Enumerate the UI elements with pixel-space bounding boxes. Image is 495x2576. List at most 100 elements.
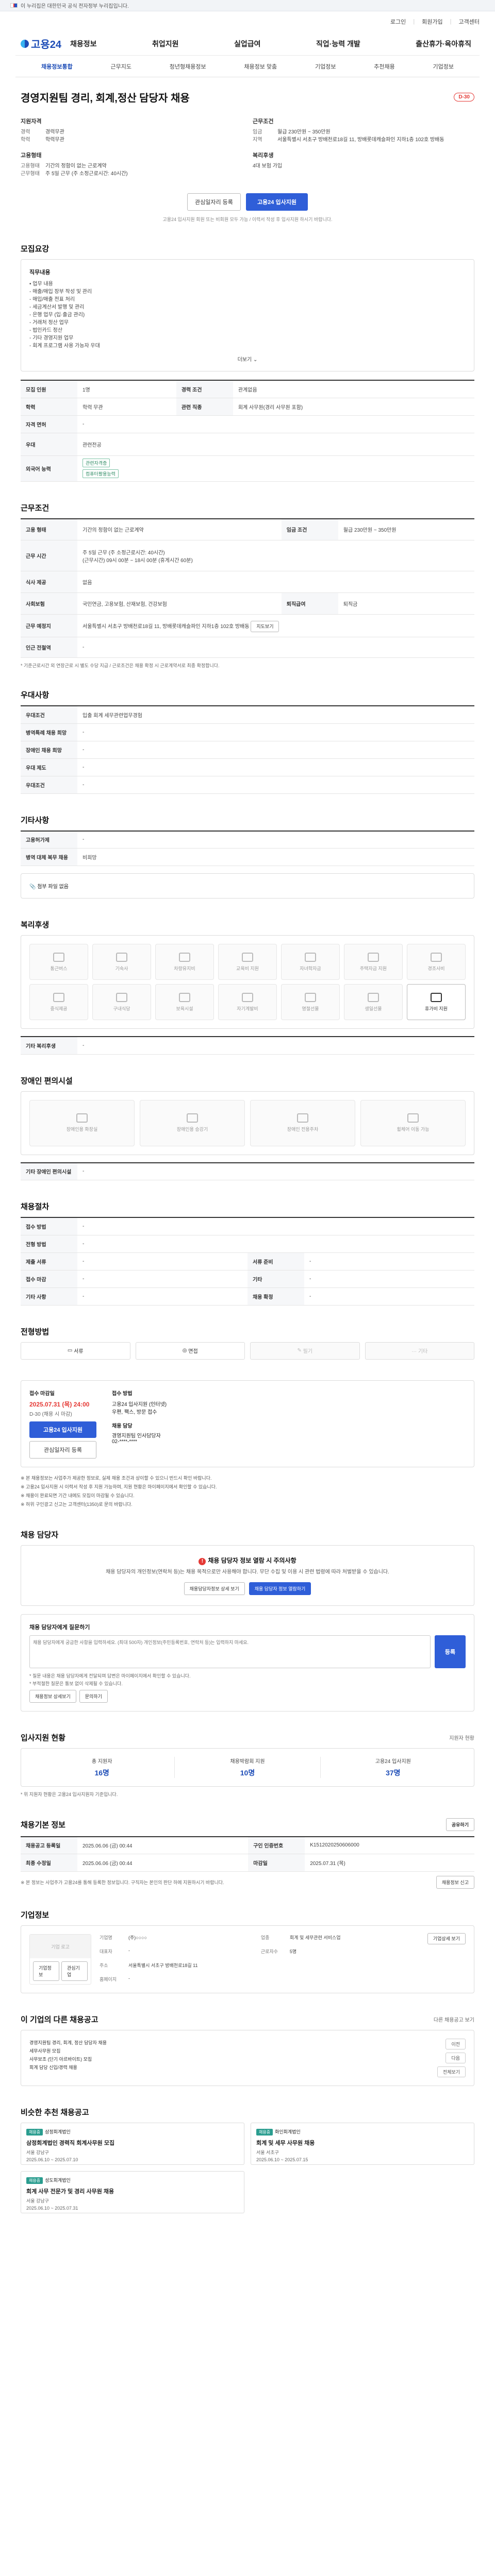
welfare-tile: 중식제공 <box>29 984 88 1020</box>
inquiry-link-detail[interactable]: 채용정보 상세보기 <box>29 1689 76 1703</box>
holiday-icon <box>305 992 316 1002</box>
logo-icon <box>21 39 29 48</box>
site-logo[interactable]: 고용24 <box>21 36 67 51</box>
duty-list: • 업무 내용 - 매출/매입 장부 작성 및 관리 - 매입/매출 전표 처리 -… <box>29 281 100 349</box>
all-button[interactable]: 전체보기 <box>437 2066 466 2077</box>
inquiry-submit-button[interactable]: 등록 <box>435 1635 466 1668</box>
help-link[interactable]: 고객센터 <box>459 18 480 26</box>
other-jobs-list: 경영지원팀 경리, 회계, 정산 담당자 채용 세무사무원 모집 사무보조 (단… <box>29 2039 437 2077</box>
login-link[interactable]: 로그인 <box>390 18 406 26</box>
contact-view-button[interactable]: 채용 담당자 정보 열람하기 <box>249 1582 311 1595</box>
stat-online: 고용24 입사지원 37명 <box>375 1758 411 1777</box>
process-table: 접수 방법 - 전형 방법 - 제출 서류 - 서류 준비 - 접수 마감 - 기타 - 기타 … <box>21 1217 474 1306</box>
welfare-tile: 경조사비 <box>407 944 466 980</box>
inquiry-textarea[interactable] <box>29 1635 431 1668</box>
company-logo-box: 기업 로고 기업정보 관심기업 <box>29 1934 91 1985</box>
recruit-tag: 관련자격증 <box>82 459 110 467</box>
scrap-button[interactable]: 관심일자리 등록 <box>187 193 241 211</box>
recommend-card[interactable]: 채용중 성도회계법인 회계 사무 전문가 및 경리 사무원 채용 서울 강남구 2… <box>21 2171 244 2213</box>
dorm-icon <box>116 952 127 962</box>
method-etc: … 기타 <box>365 1342 474 1360</box>
job-title: 경영지원팀 경리, 회계,정산 담당자 채용 <box>21 93 190 104</box>
next-button[interactable]: 다음 <box>446 2053 466 2063</box>
signup-link[interactable]: 회원가입 <box>422 18 442 26</box>
bus-icon <box>53 952 64 962</box>
gnb-unemployment[interactable]: 실업급여 <box>231 39 264 49</box>
subnav-custom[interactable]: 채용정보 맞춤 <box>244 62 277 71</box>
apply-button[interactable]: 고용24 입사지원 <box>245 193 308 211</box>
list-item[interactable]: 세무사무원 모집 <box>29 2047 437 2055</box>
deadline-scrap-button[interactable]: 관심일자리 등록 <box>29 1440 96 1459</box>
subnav-youth[interactable]: 청년형채용정보 <box>170 62 206 71</box>
stat-fair: 채용박람회 지원 10명 <box>175 1756 321 1778</box>
duty-title: 모집요강 <box>21 245 50 253</box>
company-info-button[interactable]: 기업정보 <box>33 1961 59 1981</box>
process-section: 채용절차 접수 방법 - 전형 방법 - 제출 서류 - 서류 준비 - 접수 마감 - 기타… <box>15 1201 480 1306</box>
deadline-date: 2025.07.31 (목) 24:00 <box>29 1400 90 1408</box>
deadline-section: 접수 마감일 2025.07.31 (목) 24:00 D-30 (채용 시 마… <box>15 1380 480 1509</box>
etc-section: 기타사항 고용허가제 - 병역 대체 복무 채용 비희망 📎 첨부 파일 없음 <box>15 815 480 899</box>
wheelchair-icon <box>407 1113 419 1123</box>
welfare-tile: 통근버스 <box>29 944 88 980</box>
subnav-company2[interactable]: 기업정보 <box>433 62 454 71</box>
cond-title: 근무조건 <box>253 118 274 125</box>
pref-section: 우대사항 우대조건 입출 회계 세무관련업무경험 병역특례 채용 희망 - 장애인 … <box>15 689 480 794</box>
scholarship-icon <box>305 952 316 962</box>
subnav-integrated[interactable]: 채용정보통합 <box>41 62 73 71</box>
info-section: 채용기본 정보 공유하기 채용공고 등록일 2025.06.06 (금) 00:44… <box>15 1818 480 1889</box>
subnav-company[interactable]: 기업정보 <box>315 62 336 71</box>
welfare-tile: 자기계발비 <box>218 984 277 1020</box>
welfare-tile: 차량유지비 <box>155 944 214 980</box>
pref-title: 우대사항 <box>21 691 50 700</box>
prev-button[interactable]: 이전 <box>446 2039 466 2049</box>
duty-more-button[interactable]: 더보기 ⌄ <box>29 355 466 363</box>
recommend-grid: 채용중 삼정회계법인 삼정회계법인 경력직 회계사무원 모집 서울 강남구 202… <box>21 2123 474 2213</box>
cake-icon <box>368 992 379 1002</box>
recommend-card[interactable]: 채용중 화인회계법인 회계 및 세무 사무원 채용 서울 서초구 2025.06.… <box>251 2123 474 2165</box>
apply-notice: 고용24 입사지원 회원 또는 비회원 모두 가능 / 이력서 작성 후 입사지… <box>162 217 333 222</box>
welfare-tile: 구내식당 <box>92 984 151 1020</box>
list-item[interactable]: 회계 담당 신입/경력 채용 <box>29 2063 437 2072</box>
main-header: 고용24 채용정보 취업지원 실업급여 직업·능력 개발 출산휴가·육아휴직 <box>15 32 480 56</box>
gnb-jobs[interactable]: 채용정보 <box>67 39 100 49</box>
chevron-down-icon: ⌄ <box>253 357 258 363</box>
vacation-icon <box>431 992 442 1002</box>
meal-icon <box>53 992 64 1002</box>
inquiry-link-ask[interactable]: 문의하기 <box>79 1689 108 1703</box>
gnb-support[interactable]: 취업지원 <box>149 39 182 49</box>
welfare-tile: 명절선물 <box>281 984 340 1020</box>
attachment-box: 📎 첨부 파일 없음 <box>21 873 474 899</box>
pref-table: 우대조건 입출 회계 세무관련업무경험 병역특례 채용 희망 - 장애인 채용 희망… <box>21 705 474 794</box>
subnav-recommend[interactable]: 추천채용 <box>374 62 394 71</box>
gift-icon <box>431 952 442 962</box>
gov-banner: 이 누리집은 대한민국 공식 전자정부 누리집입니다. <box>0 0 495 11</box>
house-icon <box>368 952 379 962</box>
welfare-tile: 교육비 지원 <box>218 944 277 980</box>
deadline-state: D-30 (채용 시 마감) <box>29 1411 72 1417</box>
list-item[interactable]: 사무보조 (단기 아르바이트) 모집 <box>29 2055 437 2063</box>
share-button[interactable]: 공유하기 <box>446 1818 474 1831</box>
dday-badge: D-30 <box>454 93 474 101</box>
company-detail-button[interactable]: 기업상세 보기 <box>427 1933 466 1944</box>
contact-detail-button[interactable]: 채용담당자정보 상세 보기 <box>184 1582 245 1595</box>
method-document: ▭ 서류 <box>21 1342 130 1360</box>
method-written: ✎ 필기 <box>250 1342 360 1360</box>
welfare-title: 복리후생 <box>21 921 50 929</box>
global-nav: 채용정보 취업지원 실업급여 직업·능력 개발 출산휴가·육아휴직 <box>67 39 474 49</box>
map-button[interactable]: 지도보기 <box>251 621 279 632</box>
subnav-map[interactable]: 근무지도 <box>111 62 131 71</box>
recommend-card[interactable]: 채용중 삼정회계법인 삼정회계법인 경력직 회계사무원 모집 서울 강남구 202… <box>21 2123 244 2165</box>
stats-row: 총 지원자 16명 채용박람회 지원 10명 고용24 입사지원 37명 <box>29 1756 466 1778</box>
recruit-tag: 컴퓨터활용능력 <box>82 469 119 478</box>
gnb-leave[interactable]: 출산휴가·육아휴직 <box>412 39 474 49</box>
gov-banner-text: 이 누리집은 대한민국 공식 전자정부 누리집입니다. <box>21 4 129 9</box>
deadline-apply-button[interactable]: 고용24 입사지원 <box>29 1421 96 1438</box>
req-title: 지원자격 <box>21 118 42 125</box>
report-button[interactable]: 채용정보 신고 <box>436 1876 474 1889</box>
pencil-icon: ✎ <box>297 1348 302 1353</box>
list-item[interactable]: 경영지원팀 경리, 회계, 정산 담당자 채용 <box>29 2039 437 2047</box>
job-summary: 지원자격 경력 경력무관 학력 학력무관 고용형태 고용형태 기간의 정함이 없는 근… <box>21 117 474 185</box>
company-fav-button[interactable]: 관심기업 <box>61 1961 88 1981</box>
company-info: 기업명 (주)○○○○ 업종 회계 및 세무관련 서비스업 대표자 - 근로자수 5명 주소… <box>100 1935 341 1982</box>
gnb-training[interactable]: 직업·능력 개발 <box>313 39 364 49</box>
